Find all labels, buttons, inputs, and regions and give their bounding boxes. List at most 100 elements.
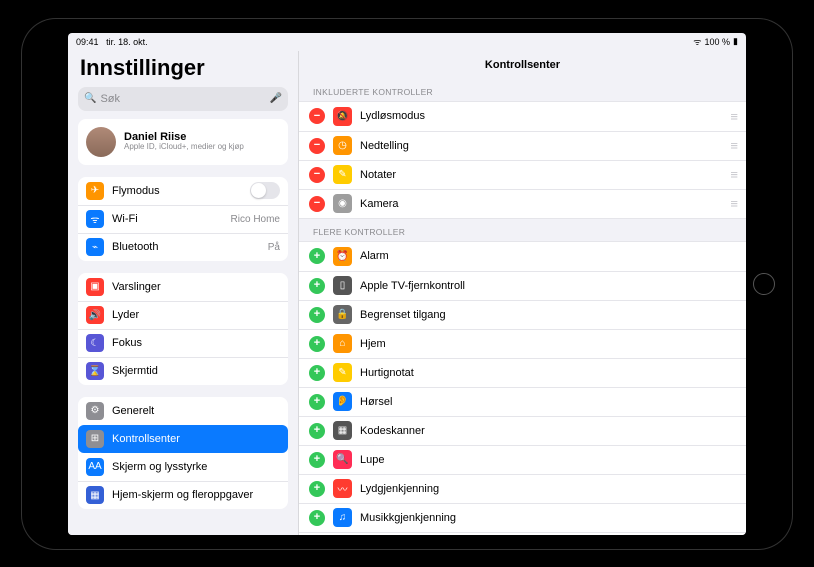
sidebar-group-connectivity: ✈ Flymodus ᯤ Wi-FiRico Home ⌁BluetoothPå — [78, 177, 288, 261]
add-button[interactable]: + — [309, 481, 325, 497]
control-label: Begrenset tilgang — [360, 309, 736, 321]
sidebar-item-wifi[interactable]: ᯤ Wi-FiRico Home — [78, 205, 288, 233]
sidebar-item-bluetooth[interactable]: ⌁BluetoothPå — [78, 233, 288, 261]
sidebar-item-airplane[interactable]: ✈ Flymodus — [78, 177, 288, 205]
profile-card[interactable]: Daniel Riise Apple ID, iCloud+, medier o… — [78, 119, 288, 165]
control-label: Lupe — [360, 454, 736, 466]
sidebar-item-focus[interactable]: ☾Fokus — [78, 329, 288, 357]
home-button[interactable] — [753, 273, 775, 295]
drag-handle[interactable]: ≡ — [730, 109, 736, 124]
sidebar-item-label: Hjem-skjerm og fleroppgaver — [112, 489, 280, 501]
battery-icon: ▮ — [733, 36, 738, 47]
search-input[interactable]: 🔍 Søk 🎤 — [78, 87, 288, 111]
control-icon: ⏰ — [333, 247, 352, 266]
control-row: +👂Hørsel — [299, 387, 746, 416]
drag-handle[interactable]: ≡ — [730, 167, 736, 182]
sidebar-item-controlcenter[interactable]: ⊞ Kontrollsenter — [78, 425, 288, 453]
sidebar-group-general: ⚙Generelt ⊞ Kontrollsenter AASkjerm og lyss… — [78, 397, 288, 509]
mic-icon[interactable]: 🎤 — [270, 93, 282, 104]
control-row: + ▦ Kodeskanner — [299, 416, 746, 445]
airplane-toggle[interactable] — [250, 182, 280, 199]
sidebar-item-label: Lyder — [112, 309, 280, 321]
add-button[interactable]: + — [309, 365, 325, 381]
remove-button[interactable]: − — [309, 138, 325, 154]
remove-button[interactable]: − — [309, 108, 325, 124]
sidebar-item-general[interactable]: ⚙Generelt — [78, 397, 288, 425]
control-icon: ▦ — [333, 421, 352, 440]
homescreen-icon: ▦ — [86, 486, 104, 504]
control-icon: 🔒 — [333, 305, 352, 324]
sidebar-item-label: Skjermtid — [112, 365, 280, 377]
sidebar-item-value: Rico Home — [231, 214, 280, 225]
add-button[interactable]: + — [309, 510, 325, 526]
sidebar-item-label: Flymodus — [112, 185, 250, 197]
control-label: Alarm — [360, 250, 736, 262]
sidebar-item-label: Fokus — [112, 337, 280, 349]
sounds-icon: 🔊 — [86, 306, 104, 324]
sidebar-item-label: Bluetooth — [112, 241, 268, 253]
search-placeholder: Søk — [100, 93, 120, 105]
notifications-icon: ▣ — [86, 278, 104, 296]
control-row: −🔕Lydløsmodus≡ — [299, 102, 746, 131]
control-label: Hjem — [360, 338, 736, 350]
drag-handle[interactable]: ≡ — [730, 138, 736, 153]
sidebar-item-sounds[interactable]: 🔊 Lyder — [78, 301, 288, 329]
avatar — [86, 127, 116, 157]
control-label: Nedtelling — [360, 140, 730, 152]
sidebar-item-screentime[interactable]: ⌛ Skjermtid — [78, 357, 288, 385]
add-button[interactable]: + — [309, 336, 325, 352]
control-label: Kamera — [360, 198, 730, 210]
display-icon: AA — [86, 458, 104, 476]
control-row: + ♫ Musikkgjenkjenning — [299, 503, 746, 532]
control-row: −◉ Kamera≡ — [299, 189, 746, 218]
airplane-icon: ✈ — [86, 182, 104, 200]
status-date: tir. 18. okt. — [106, 37, 148, 47]
control-row: + ⏰ Alarm — [299, 242, 746, 271]
control-row: +▯Apple TV-fjernkontroll — [299, 271, 746, 300]
remove-button[interactable]: − — [309, 196, 325, 212]
add-button[interactable]: + — [309, 394, 325, 410]
control-label: Lydløsmodus — [360, 110, 730, 122]
status-time: 09:41 — [76, 37, 99, 47]
wifi-icon: ᯤ — [86, 210, 104, 228]
status-left: 09:41 tir. 18. okt. — [76, 37, 148, 47]
add-button[interactable]: + — [309, 278, 325, 294]
remove-button[interactable]: − — [309, 167, 325, 183]
control-label: Musikkgjenkjenning — [360, 512, 736, 524]
add-button[interactable]: + — [309, 307, 325, 323]
add-button[interactable]: + — [309, 248, 325, 264]
control-label: Kodeskanner — [360, 425, 736, 437]
status-battery: 100 % — [705, 37, 731, 47]
profile-sub: Apple ID, iCloud+, medier og kjøp — [124, 143, 244, 152]
add-button[interactable]: + — [309, 423, 325, 439]
controlcenter-icon: ⊞ — [86, 430, 104, 448]
sidebar-item-label: Varslinger — [112, 281, 280, 293]
control-icon: ◉ — [333, 194, 352, 213]
sidebar-item-label: Kontrollsenter — [112, 433, 280, 445]
control-row: +🔍Lupe — [299, 445, 746, 474]
search-icon: 🔍 — [84, 93, 96, 104]
screentime-icon: ⌛ — [86, 362, 104, 380]
sidebar-item-notifications[interactable]: ▣ Varslinger — [78, 273, 288, 301]
sidebar-item-label: Generelt — [112, 405, 280, 417]
sidebar-item-label: Wi-Fi — [112, 213, 231, 225]
more-list: +⏰Alarm+▯Apple TV-fjernkontroll+🔒Begrens… — [299, 241, 746, 535]
more-header: FLERE KONTROLLER — [299, 219, 746, 241]
add-button[interactable]: + — [309, 452, 325, 468]
control-icon: ✎ — [333, 165, 352, 184]
control-row: +⌂Hjem — [299, 329, 746, 358]
status-bar: 09:41 tir. 18. okt. ᯤ 100 % ▮ — [68, 33, 746, 51]
control-icon: ♫ — [333, 508, 352, 527]
control-icon: 〰 — [333, 479, 352, 498]
control-icon: 👂 — [333, 392, 352, 411]
control-label: Hurtignotat — [360, 367, 736, 379]
drag-handle[interactable]: ≡ — [730, 196, 736, 211]
sidebar-item-display[interactable]: AASkjerm og lysstyrke — [78, 453, 288, 481]
sidebar-item-homescreen[interactable]: ▦ Hjem-skjerm og fleroppgaver — [78, 481, 288, 509]
control-icon: ▯ — [333, 276, 352, 295]
control-label: Lydgjenkjenning — [360, 483, 736, 495]
control-row: −◷Nedtelling≡ — [299, 131, 746, 160]
content-title: Kontrollsenter — [299, 51, 746, 79]
control-icon: ✎ — [333, 363, 352, 382]
screen: 09:41 tir. 18. okt. ᯤ 100 % ▮ Innstillin… — [68, 33, 746, 535]
